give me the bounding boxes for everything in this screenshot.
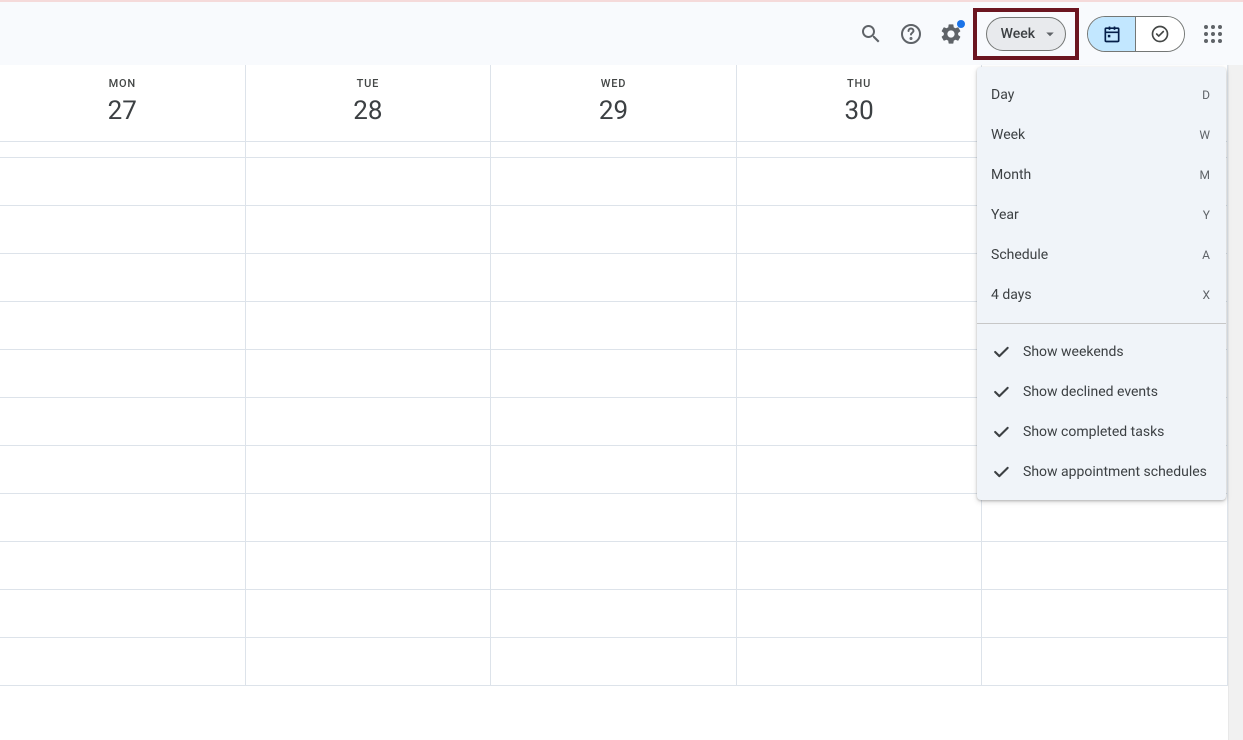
day-column[interactable]: WED 29 bbox=[491, 65, 737, 130]
menu-separator bbox=[977, 323, 1226, 324]
toggle-label: Show weekends bbox=[1023, 344, 1124, 360]
menu-item-day[interactable]: Day D bbox=[977, 75, 1226, 115]
apps-grid-icon bbox=[1201, 22, 1225, 46]
menu-shortcut: D bbox=[1202, 88, 1210, 102]
menu-item-month[interactable]: Month M bbox=[977, 155, 1226, 195]
calendar-icon bbox=[1102, 24, 1122, 44]
menu-shortcut: Y bbox=[1203, 208, 1210, 222]
menu-label: Week bbox=[991, 127, 1025, 143]
all-day-cell[interactable] bbox=[491, 130, 736, 142]
view-mode-toggle bbox=[1087, 16, 1185, 52]
notification-dot bbox=[957, 20, 965, 28]
check-icon bbox=[991, 422, 1011, 442]
chevron-down-icon bbox=[1041, 25, 1059, 43]
toggle-show-weekends[interactable]: Show weekends bbox=[977, 332, 1226, 372]
settings-button[interactable] bbox=[931, 14, 971, 54]
day-name: WED bbox=[491, 77, 736, 90]
toggle-show-declined[interactable]: Show declined events bbox=[977, 372, 1226, 412]
task-check-icon bbox=[1150, 24, 1170, 44]
menu-shortcut: M bbox=[1200, 168, 1210, 182]
day-name: MON bbox=[0, 77, 245, 90]
menu-item-week[interactable]: Week W bbox=[977, 115, 1226, 155]
menu-shortcut: X bbox=[1202, 288, 1210, 302]
help-icon bbox=[899, 22, 923, 46]
view-selector-label: Week bbox=[1001, 26, 1035, 42]
menu-label: Day bbox=[991, 87, 1014, 103]
all-day-cell[interactable] bbox=[737, 130, 982, 142]
day-number: 27 bbox=[0, 96, 245, 126]
menu-label: Schedule bbox=[991, 247, 1048, 263]
menu-label: Month bbox=[991, 167, 1031, 183]
menu-item-year[interactable]: Year Y bbox=[977, 195, 1226, 235]
day-column[interactable]: THU 30 bbox=[737, 65, 983, 130]
calendar-view-toggle[interactable] bbox=[1088, 17, 1136, 51]
toggle-show-completed[interactable]: Show completed tasks bbox=[977, 412, 1226, 452]
apps-button[interactable] bbox=[1193, 14, 1233, 54]
menu-shortcut: W bbox=[1199, 128, 1210, 142]
app-header: Week bbox=[0, 0, 1243, 65]
check-icon bbox=[991, 462, 1011, 482]
day-number: 30 bbox=[737, 96, 982, 126]
day-name: TUE bbox=[246, 77, 491, 90]
toggle-label: Show declined events bbox=[1023, 384, 1158, 400]
day-column[interactable]: TUE 28 bbox=[246, 65, 492, 130]
menu-item-schedule[interactable]: Schedule A bbox=[977, 235, 1226, 275]
day-name: THU bbox=[737, 77, 982, 90]
check-icon bbox=[991, 342, 1011, 362]
all-day-cell[interactable] bbox=[246, 130, 491, 142]
view-dropdown-menu: Day D Week W Month M Year Y Schedule A 4… bbox=[977, 67, 1226, 500]
all-day-cell[interactable] bbox=[0, 130, 245, 142]
menu-label: 4 days bbox=[991, 287, 1032, 303]
search-button[interactable] bbox=[851, 14, 891, 54]
day-number: 29 bbox=[491, 96, 736, 126]
menu-shortcut: A bbox=[1202, 248, 1210, 262]
day-column[interactable]: MON 27 bbox=[0, 65, 246, 130]
toggle-show-appointments[interactable]: Show appointment schedules bbox=[977, 452, 1226, 492]
view-selector-button[interactable]: Week bbox=[986, 17, 1066, 51]
toggle-label: Show appointment schedules bbox=[1023, 464, 1207, 480]
day-number: 28 bbox=[246, 96, 491, 126]
toggle-label: Show completed tasks bbox=[1023, 424, 1164, 440]
tasks-view-toggle[interactable] bbox=[1136, 17, 1184, 51]
highlight-annotation: Week bbox=[973, 8, 1079, 60]
check-icon bbox=[991, 382, 1011, 402]
search-icon bbox=[859, 22, 883, 46]
help-button[interactable] bbox=[891, 14, 931, 54]
menu-label: Year bbox=[991, 207, 1019, 223]
menu-item-4days[interactable]: 4 days X bbox=[977, 275, 1226, 315]
vertical-scrollbar[interactable] bbox=[1228, 65, 1243, 740]
